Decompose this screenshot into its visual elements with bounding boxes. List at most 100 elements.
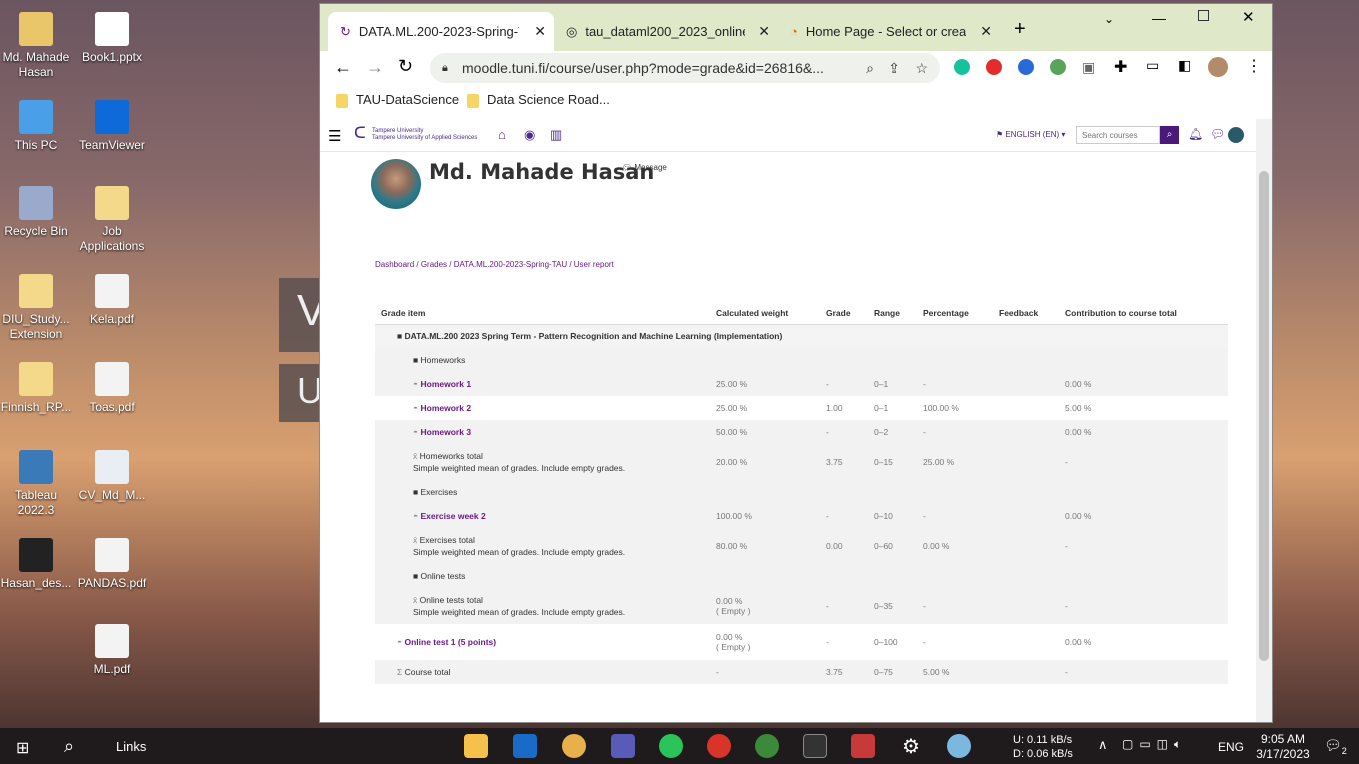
message-link[interactable]: 💬︎ Message: [622, 163, 667, 172]
grade-item-label[interactable]: Homework 1: [421, 379, 472, 389]
course-category-label: DATA.ML.200 2023 Spring Term - Pattern R…: [404, 331, 783, 342]
maximize-button[interactable]: [1198, 10, 1209, 21]
desktop-icon[interactable]: DIU_Study... Extension: [0, 274, 72, 342]
settings-icon[interactable]: ⚙: [899, 734, 923, 758]
puzzle-icon[interactable]: ✚: [1114, 57, 1127, 77]
calculator-icon: x̄: [413, 535, 420, 545]
desktop-icon[interactable]: Md. Mahade Hasan: [0, 12, 72, 80]
profile-avatar[interactable]: [1208, 57, 1228, 77]
cell-value: -: [923, 637, 926, 647]
paint-icon[interactable]: [947, 734, 971, 758]
breadcrumb-dashboard[interactable]: Dashboard: [375, 260, 414, 269]
whatsapp-icon[interactable]: [659, 734, 683, 758]
star-icon[interactable]: ☆: [915, 60, 928, 77]
adblock-icon[interactable]: [986, 59, 1002, 75]
breadcrumb-grades[interactable]: Grades: [421, 260, 447, 269]
desktop-icon[interactable]: This PC: [0, 100, 72, 153]
table-cell: 0.00 %: [1065, 624, 1228, 660]
breadcrumb-course[interactable]: DATA.ML.200-2023-Spring-TAU: [454, 260, 567, 269]
tab-strip: ↻ DATA.ML.200-2023-Spring-TAU ✕ ◎ tau_da…: [320, 4, 1272, 51]
sidepanel-icon[interactable]: ◧: [1178, 57, 1191, 74]
message-icon: 💬︎: [622, 163, 635, 172]
tableau-icon: [19, 450, 53, 484]
robot-icon[interactable]: [1050, 59, 1066, 75]
hamburger-icon[interactable]: ☰: [328, 127, 341, 145]
chrome-profile-icon[interactable]: [755, 734, 779, 758]
chat-icon[interactable]: 💬︎: [1210, 127, 1225, 141]
close-icon[interactable]: ✕: [758, 23, 770, 40]
bookmark-tau[interactable]: TAU-DataScience: [336, 92, 459, 108]
cast-icon[interactable]: ▭: [1146, 57, 1159, 74]
links-toolbar[interactable]: Links: [116, 739, 146, 754]
new-tab-button[interactable]: +: [1014, 18, 1026, 41]
desktop-icon[interactable]: ML.pdf: [76, 624, 148, 677]
grade-item-label[interactable]: Homework 3: [421, 427, 472, 437]
address-bar[interactable]: 🔒︎ moodle.tuni.fi/course/user.php?mode=g…: [430, 53, 940, 83]
tray-icons[interactable]: ▢▭◫🔈︎: [1122, 737, 1187, 752]
teamviewer-icon: [95, 100, 129, 134]
close-window-button[interactable]: ✕: [1242, 8, 1255, 26]
forward-icon[interactable]: →: [366, 57, 384, 78]
user-menu-avatar[interactable]: [1228, 127, 1244, 143]
terminal-icon[interactable]: [803, 734, 827, 758]
menu-icon[interactable]: ⋮: [1246, 56, 1262, 76]
search-courses-input[interactable]: [1076, 126, 1160, 144]
grade-item-label[interactable]: Exercise week 2: [421, 511, 486, 521]
desktop-icon[interactable]: Tableau 2022.3: [0, 450, 72, 518]
extension-icon[interactable]: [1018, 59, 1034, 75]
mycourses-icon[interactable]: ▥: [550, 127, 562, 143]
language-indicator[interactable]: ENG: [1218, 740, 1244, 754]
clock[interactable]: 9:05 AM 3/17/2023: [1253, 732, 1313, 762]
back-icon[interactable]: ←: [334, 57, 352, 78]
file-explorer-icon[interactable]: [464, 734, 488, 758]
close-icon[interactable]: ✕: [534, 23, 546, 40]
minimize-button[interactable]: —: [1152, 10, 1166, 26]
desktop-icon[interactable]: CV_Md_M...: [76, 450, 148, 503]
grade-item-label[interactable]: Homework 2: [421, 403, 472, 413]
snipping-icon[interactable]: [851, 734, 875, 758]
desktop-icon[interactable]: TeamViewer: [76, 100, 148, 153]
desktop-icon[interactable]: PANDAS.pdf: [76, 538, 148, 591]
home-icon[interactable]: ⌂: [498, 127, 506, 142]
desktop-icon[interactable]: Finnish_RP...: [0, 362, 72, 415]
grade-item-label[interactable]: Online test 1 (5 points): [405, 637, 497, 647]
tab-github[interactable]: ◎ tau_dataml200_2023_online1.g ✕: [554, 12, 778, 51]
language-icon: ⚑: [996, 130, 1006, 139]
dashboard-icon[interactable]: ◉: [524, 127, 535, 143]
desktop-icon[interactable]: Toas.pdf: [76, 362, 148, 415]
scrollbar-thumb[interactable]: [1259, 171, 1269, 661]
bookmark-roadmap[interactable]: Data Science Road...: [467, 92, 610, 108]
tab-search-icon[interactable]: ⌄: [1104, 12, 1114, 26]
scrollbar[interactable]: [1256, 119, 1272, 722]
bell-icon[interactable]: 🔔︎: [1188, 127, 1203, 141]
desktop-icon[interactable]: Book1.pptx: [76, 12, 148, 65]
grammarly-icon[interactable]: [954, 59, 970, 75]
chrome-icon[interactable]: [707, 734, 731, 758]
desktop-icon[interactable]: Hasan_des...: [0, 538, 72, 591]
share-icon[interactable]: ⇪: [888, 60, 900, 77]
slack-icon[interactable]: [562, 734, 586, 758]
tab-moodle[interactable]: ↻ DATA.ML.200-2023-Spring-TAU ✕: [328, 12, 554, 51]
search-icon[interactable]: ⌕: [64, 736, 74, 757]
windows-start-icon[interactable]: ⊞: [16, 738, 29, 758]
language-menu[interactable]: ⚑ ENGLISH (EN) ▾: [996, 130, 1065, 139]
assignment-icon: ◓: [413, 403, 421, 413]
breadcrumb-user-report[interactable]: User report: [574, 260, 614, 269]
desktop-icon[interactable]: Kela.pdf: [76, 274, 148, 327]
notification-icon[interactable]: 💬︎2: [1324, 737, 1347, 756]
bookmark-label: Data Science Road...: [487, 92, 610, 107]
teams-icon[interactable]: [611, 734, 635, 758]
desktop-icon[interactable]: Job Applications: [76, 186, 148, 254]
reload-icon[interactable]: ↻: [398, 56, 413, 77]
upload-speed: U: 0.11 kB/s: [1013, 734, 1073, 746]
outlook-icon[interactable]: [513, 734, 537, 758]
tab-home[interactable]: ◔ Home Page - Select or create a ✕: [778, 12, 1000, 51]
camera-icon[interactable]: ▣: [1082, 59, 1095, 76]
chevron-up-icon[interactable]: ∧: [1098, 737, 1108, 753]
cell-value: -: [923, 511, 926, 521]
desktop-icon[interactable]: Recycle Bin: [0, 186, 72, 239]
close-icon[interactable]: ✕: [980, 23, 992, 40]
search-button[interactable]: ⌕: [1160, 126, 1179, 144]
cell-value: 0.00 %: [1065, 511, 1092, 521]
zoom-icon[interactable]: ⌕: [866, 60, 874, 77]
